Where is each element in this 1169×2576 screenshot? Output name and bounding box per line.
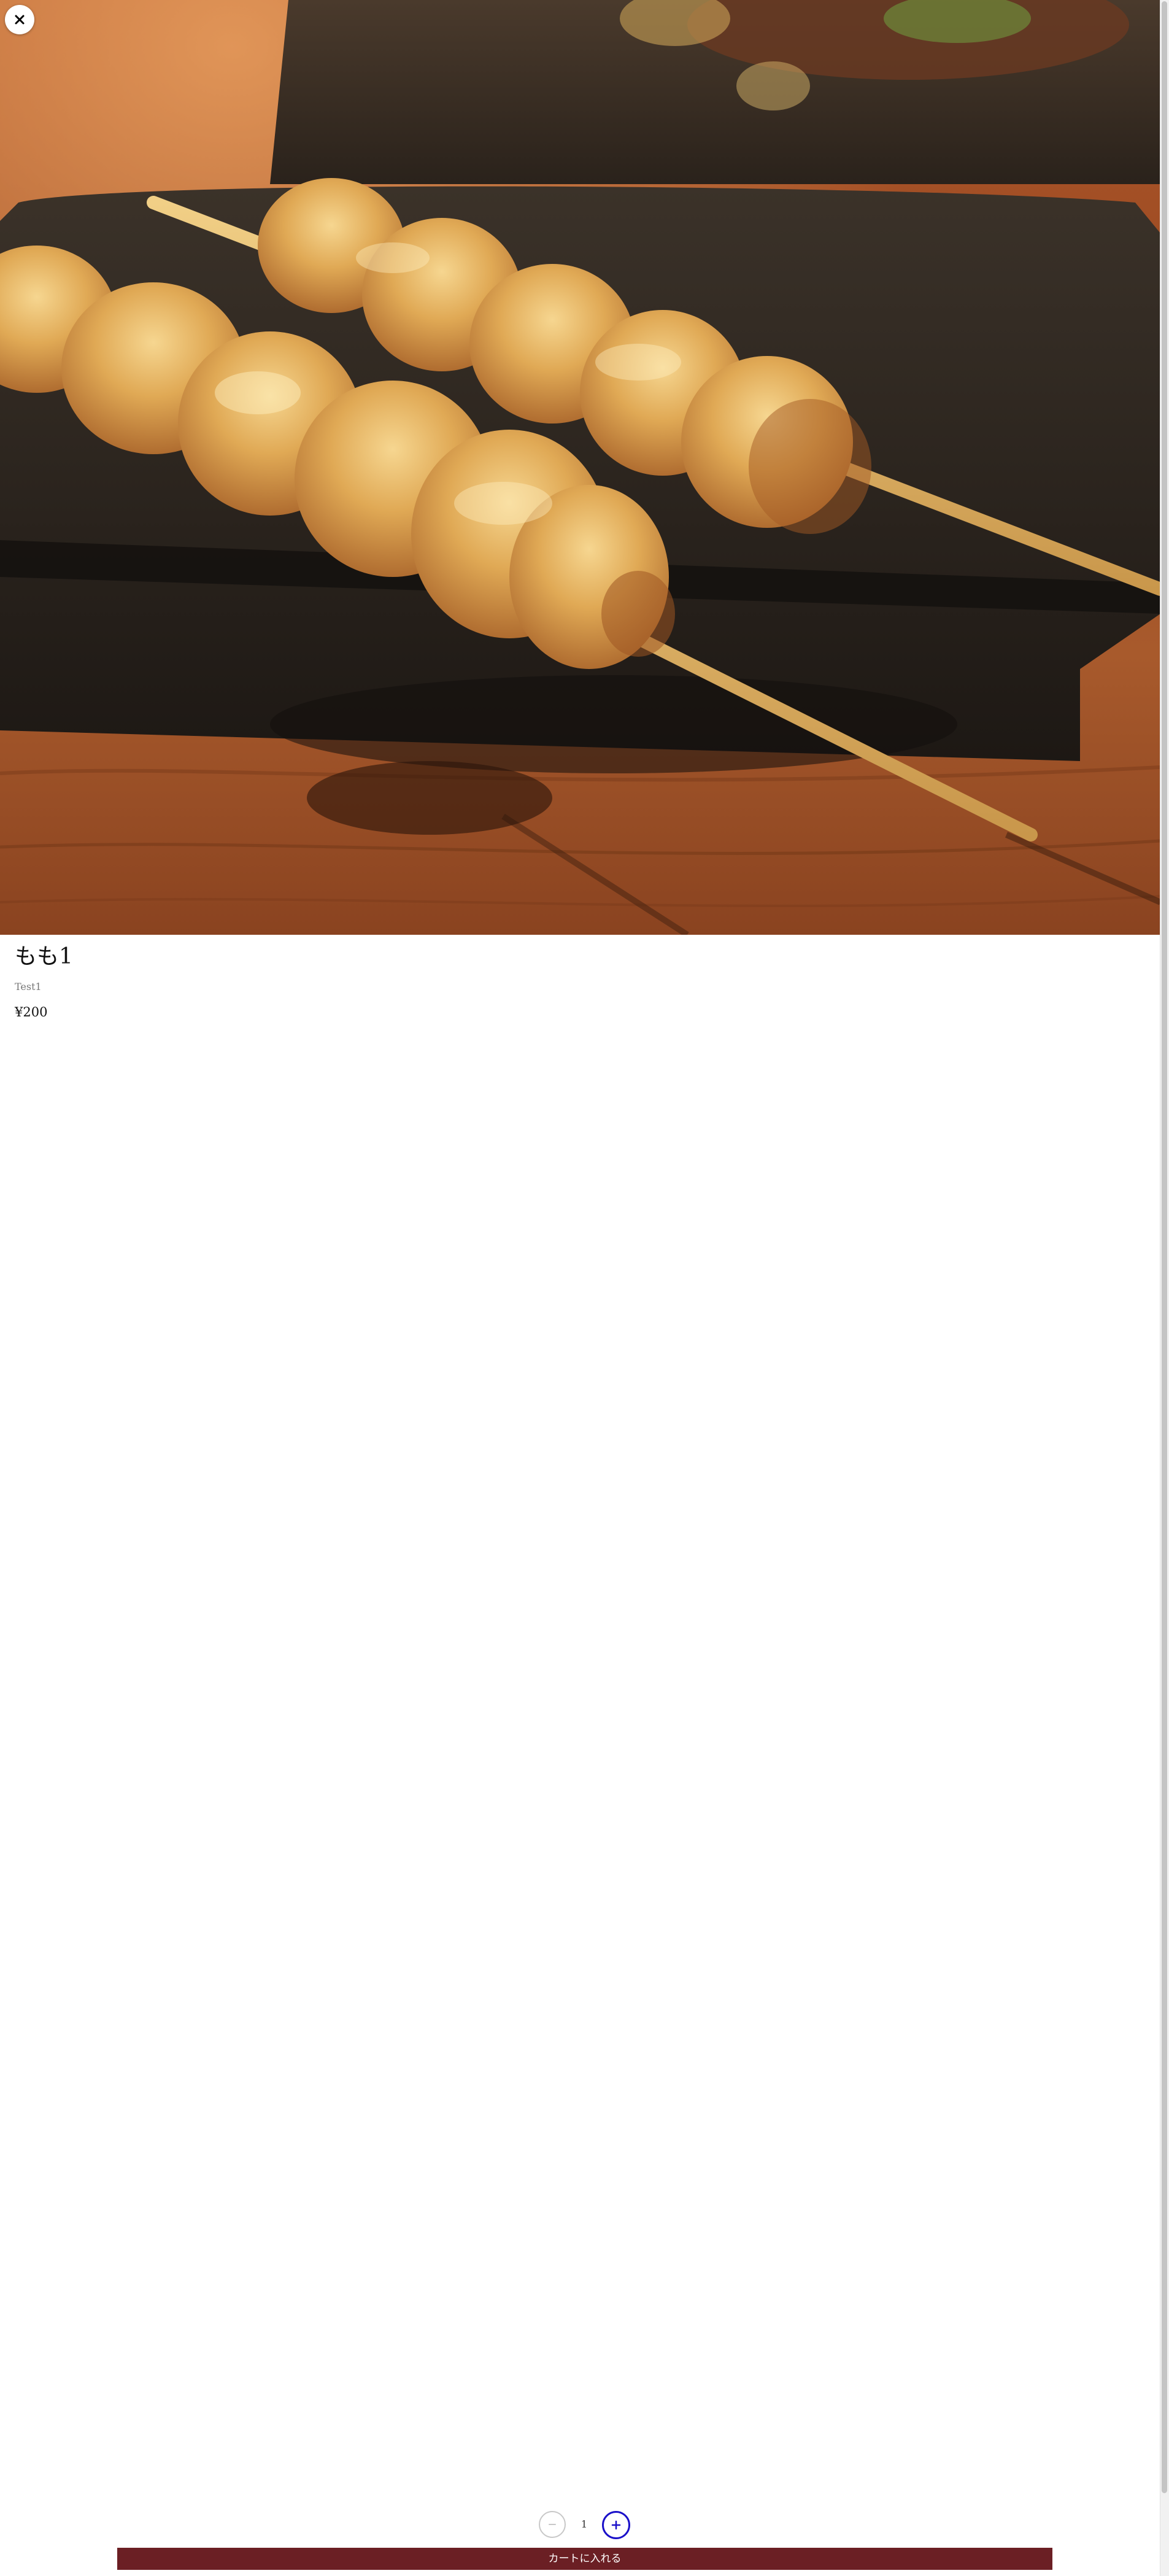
product-name: もも1	[15, 944, 73, 969]
product-hero-image	[0, 0, 1160, 935]
product-price: ¥200	[15, 1005, 48, 1019]
product-description: Test1	[15, 981, 42, 992]
product-detail-page: もも1 Test1 ¥200 1 カートに入れる	[0, 0, 1169, 2576]
page-scrollbar[interactable]	[1160, 0, 1169, 2576]
minus-icon	[549, 2524, 556, 2525]
close-button[interactable]	[5, 5, 34, 34]
add-to-cart-button[interactable]: カートに入れる	[117, 2548, 1052, 2570]
close-icon	[15, 15, 25, 25]
scrollbar-thumb[interactable]	[1162, 1, 1167, 2493]
yakitori-photo	[0, 0, 1160, 935]
plus-icon	[611, 2520, 621, 2530]
increment-button[interactable]	[602, 2511, 630, 2539]
quantity-stepper: 1	[0, 2511, 1169, 2540]
quantity-value: 1	[581, 2518, 588, 2530]
decrement-button[interactable]	[539, 2511, 566, 2538]
